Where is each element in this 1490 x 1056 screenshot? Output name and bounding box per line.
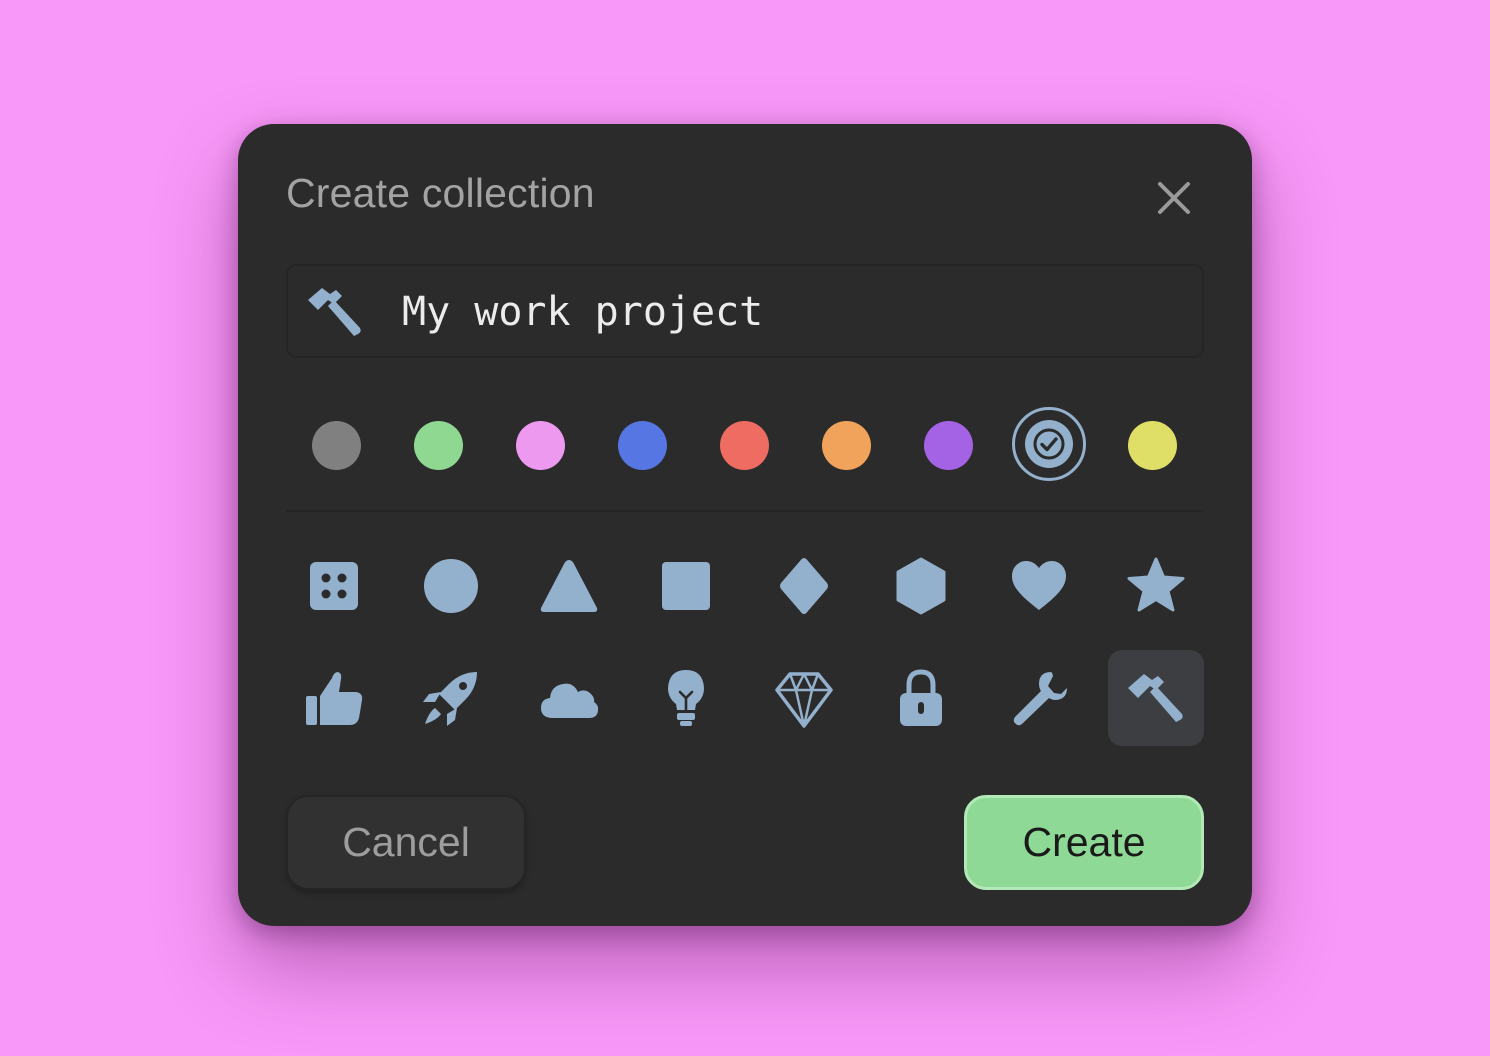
- color-swatch-orange[interactable]: [822, 421, 871, 470]
- lock-icon: [900, 669, 942, 726]
- icon-option-heart[interactable]: [991, 538, 1087, 634]
- cloud-icon: [541, 683, 599, 718]
- rocket-icon: [423, 672, 477, 726]
- lightbulb-icon: [668, 670, 704, 726]
- hammer-icon[interactable]: [304, 284, 364, 340]
- star-icon: [1127, 557, 1185, 612]
- thumbs-up-icon: [306, 672, 363, 725]
- hexagon-icon: [896, 557, 946, 615]
- icon-option-thumbs-up[interactable]: [286, 650, 382, 746]
- icon-option-diamond[interactable]: [756, 538, 852, 634]
- color-swatch-green[interactable]: [414, 421, 463, 470]
- icon-option-square[interactable]: [638, 538, 734, 634]
- triangle-icon: [540, 560, 598, 612]
- dialog-title: Create collection: [286, 170, 595, 216]
- color-swatch-pink[interactable]: [516, 421, 565, 470]
- icon-option-lightbulb[interactable]: [638, 650, 734, 746]
- color-swatch-blue[interactable]: [618, 421, 667, 470]
- square-icon: [662, 562, 710, 610]
- icon-option-hammer[interactable]: [1108, 650, 1204, 746]
- section-divider: [286, 510, 1204, 512]
- create-button[interactable]: Create: [964, 795, 1204, 890]
- wrench-icon: [1013, 672, 1067, 726]
- icon-option-cloud[interactable]: [521, 650, 617, 746]
- hammer-icon: [1128, 674, 1183, 722]
- icon-option-lock[interactable]: [873, 650, 969, 746]
- icon-option-star[interactable]: [1108, 538, 1204, 634]
- icon-option-triangle[interactable]: [521, 538, 617, 634]
- color-swatch-gray[interactable]: [312, 421, 361, 470]
- close-icon: [1158, 182, 1190, 214]
- icon-option-hexagon[interactable]: [873, 538, 969, 634]
- heart-icon: [1012, 561, 1066, 610]
- color-picker: [286, 406, 1204, 486]
- create-collection-dialog: Create collection My work project Cancel…: [238, 124, 1252, 926]
- circle-icon: [424, 559, 478, 613]
- gem-icon: [775, 672, 833, 728]
- collection-name-field[interactable]: [286, 264, 1204, 358]
- icon-option-circle[interactable]: [403, 538, 499, 634]
- selected-color-dot: [1025, 420, 1073, 468]
- icon-option-grid[interactable]: [286, 538, 382, 634]
- icon-option-wrench[interactable]: [991, 650, 1087, 746]
- icon-option-gem[interactable]: [756, 650, 852, 746]
- color-swatch-purple[interactable]: [924, 421, 973, 470]
- color-swatch-steel-blue[interactable]: [1012, 407, 1086, 481]
- color-swatch-red[interactable]: [720, 421, 769, 470]
- diamond-icon: [780, 558, 828, 614]
- close-button[interactable]: [1152, 176, 1196, 220]
- checkmark-icon: [1033, 428, 1065, 460]
- icon-option-rocket[interactable]: [403, 650, 499, 746]
- cancel-button[interactable]: Cancel: [286, 795, 526, 890]
- grid-icon: [310, 562, 358, 610]
- color-swatch-yellow[interactable]: [1128, 421, 1177, 470]
- collection-name-input[interactable]: [402, 276, 1182, 348]
